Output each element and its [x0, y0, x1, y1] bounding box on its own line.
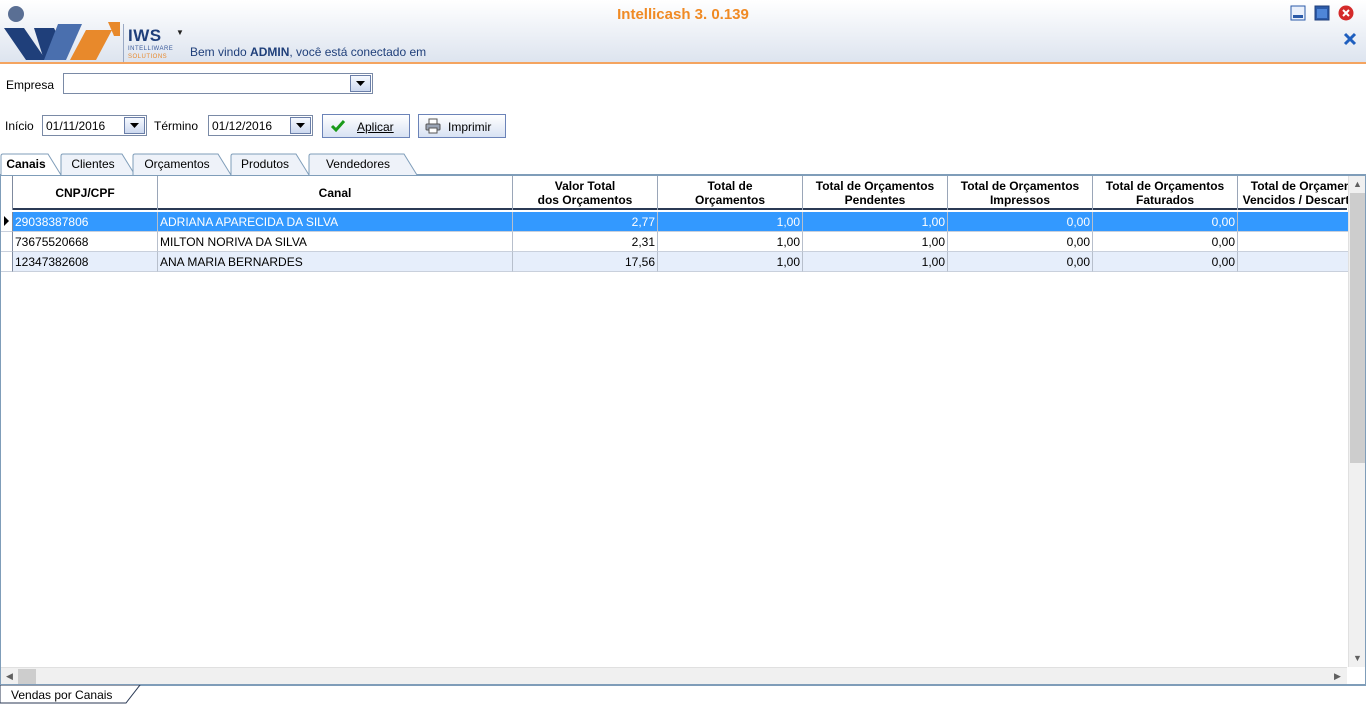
cell-vencidos[interactable]: [1238, 212, 1365, 232]
column-header[interactable]: Valor Total dos Orçamentos: [513, 176, 658, 210]
scroll-up-icon[interactable]: ▲: [1353, 179, 1362, 189]
cell-pendentes[interactable]: 1,00: [803, 232, 948, 252]
menu-dropdown-icon[interactable]: ▼: [176, 28, 184, 37]
cell-valor[interactable]: 17,56: [513, 252, 658, 272]
tab-orcamentos[interactable]: Orçamentos: [132, 153, 232, 175]
column-header[interactable]: Total de Orçamentos Impressos: [948, 176, 1093, 210]
inicio-date-value: 01/11/2016: [46, 119, 106, 133]
row-indicator[interactable]: [1, 252, 13, 272]
imprimir-label: Imprimir: [448, 120, 492, 134]
close-window-icon[interactable]: [1338, 5, 1354, 21]
aplicar-button[interactable]: Aplicar: [322, 114, 410, 138]
header-indicator-cell: [1, 176, 13, 210]
tab-label: Produtos: [240, 157, 290, 171]
cell-total[interactable]: 1,00: [658, 232, 803, 252]
cell-valor[interactable]: 2,77: [513, 212, 658, 232]
close-form-icon[interactable]: [1342, 31, 1358, 47]
termino-dropdown-button[interactable]: [290, 117, 311, 134]
termino-date-picker[interactable]: 01/12/2016: [208, 115, 313, 136]
cell-impressos[interactable]: 0,00: [948, 232, 1093, 252]
tab-clientes[interactable]: Clientes: [60, 153, 136, 175]
tab-produtos[interactable]: Produtos: [230, 153, 310, 175]
canais-grid: CNPJ/CPF Canal Valor Total dos Orçamentos To…: [0, 175, 1366, 685]
cell-vencidos[interactable]: [1238, 252, 1365, 272]
minimize-icon[interactable]: [1290, 5, 1306, 21]
cell-impressos[interactable]: 0,00: [948, 212, 1093, 232]
column-header[interactable]: Total de Orçamentos Faturados: [1093, 176, 1238, 210]
horizontal-scrollbar[interactable]: ◀ ▶: [1, 667, 1347, 684]
app-header: IWS INTELLIWARE SOLUTIONS ▼ Bem vindo AD…: [0, 0, 1366, 64]
row-indicator[interactable]: [1, 212, 13, 232]
horizontal-scroll-thumb[interactable]: [18, 669, 36, 684]
cell-pendentes[interactable]: 1,00: [803, 212, 948, 232]
inicio-dropdown-button[interactable]: [124, 117, 145, 134]
table-row[interactable]: 12347382608 ANA MARIA BERNARDES 17,56 1,00 1…: [1, 252, 1365, 272]
cell-total[interactable]: 1,00: [658, 252, 803, 272]
table-row[interactable]: 73675520668 MILTON NORIVA DA SILVA 2,31 1,0…: [1, 232, 1365, 252]
logo-name: IWS: [128, 26, 162, 45]
cell-valor[interactable]: 2,31: [513, 232, 658, 252]
termino-label: Término: [154, 119, 199, 133]
cell-total[interactable]: 1,00: [658, 212, 803, 232]
logo-line1: INTELLIWARE: [128, 46, 174, 52]
vertical-scrollbar[interactable]: ▲ ▼: [1348, 176, 1365, 667]
cell-cnpj[interactable]: 73675520668: [13, 232, 158, 252]
cell-faturados[interactable]: 0,00: [1093, 252, 1238, 272]
chevron-down-icon: [356, 81, 365, 86]
cell-canal[interactable]: MILTON NORIVA DA SILVA: [158, 232, 513, 252]
chevron-down-icon: [130, 123, 139, 128]
row-indicator[interactable]: [1, 232, 13, 252]
cell-cnpj[interactable]: 12347382608: [13, 252, 158, 272]
empresa-select[interactable]: [63, 73, 373, 94]
cell-canal[interactable]: ADRIANA APARECIDA DA SILVA: [158, 212, 513, 232]
aplicar-label: Aplicar: [357, 120, 394, 134]
grid-header: CNPJ/CPF Canal Valor Total dos Orçamentos To…: [1, 176, 1365, 210]
check-icon: [330, 120, 346, 133]
tab-vendedores[interactable]: Vendedores: [308, 153, 418, 175]
cell-cnpj[interactable]: 29038387806: [13, 212, 158, 232]
scroll-left-icon[interactable]: ◀: [6, 671, 13, 682]
app-title: Intellicash 3. 0.139: [617, 6, 749, 23]
bottom-tab-bar: Vendas por Canais: [0, 685, 1366, 704]
table-row[interactable]: 29038387806 ADRIANA APARECIDA DA SILVA 2,7…: [1, 212, 1365, 232]
cell-faturados[interactable]: 0,00: [1093, 212, 1238, 232]
cell-canal[interactable]: ANA MARIA BERNARDES: [158, 252, 513, 272]
tab-label: Orçamentos: [144, 157, 210, 171]
column-header[interactable]: Total de Orçamentos Vencidos / Descartado…: [1238, 176, 1365, 210]
empresa-dropdown-button[interactable]: [350, 75, 371, 92]
tab-vendas-por-canais[interactable]: Vendas por Canais: [11, 688, 112, 702]
column-header[interactable]: CNPJ/CPF: [13, 176, 158, 210]
inicio-date-picker[interactable]: 01/11/2016: [42, 115, 147, 136]
chevron-down-icon: [296, 123, 305, 128]
tab-label: Clientes: [71, 157, 115, 171]
tab-label: Vendedores: [325, 157, 391, 171]
scroll-right-icon[interactable]: ▶: [1334, 671, 1341, 682]
empresa-label: Empresa: [6, 78, 55, 92]
report-tabs: Canais Clientes Orçamentos Produtos Vendedor…: [0, 153, 1366, 175]
column-header[interactable]: Total de Orçamentos: [658, 176, 803, 210]
inicio-label: Início: [5, 119, 34, 133]
column-header[interactable]: Total de Orçamentos Pendentes: [803, 176, 948, 210]
tab-canais[interactable]: Canais: [0, 153, 62, 175]
cell-pendentes[interactable]: 1,00: [803, 252, 948, 272]
welcome-user: ADMIN: [250, 45, 290, 59]
cell-vencidos[interactable]: [1238, 232, 1365, 252]
cell-impressos[interactable]: 0,00: [948, 252, 1093, 272]
current-row-icon: [4, 216, 9, 226]
maximize-icon[interactable]: [1314, 5, 1330, 21]
scroll-down-icon[interactable]: ▼: [1353, 653, 1362, 663]
column-header[interactable]: Canal: [158, 176, 513, 210]
tab-label: Canais: [6, 157, 46, 171]
vertical-scroll-thumb[interactable]: [1350, 193, 1365, 463]
logo-line2: SOLUTIONS: [128, 54, 168, 60]
welcome-message: Bem vindo ADMIN, você está conectado em: [190, 45, 427, 59]
imprimir-button[interactable]: Imprimir: [418, 114, 506, 138]
printer-icon: [425, 118, 441, 134]
termino-date-value: 01/12/2016: [212, 119, 273, 133]
cell-faturados[interactable]: 0,00: [1093, 232, 1238, 252]
